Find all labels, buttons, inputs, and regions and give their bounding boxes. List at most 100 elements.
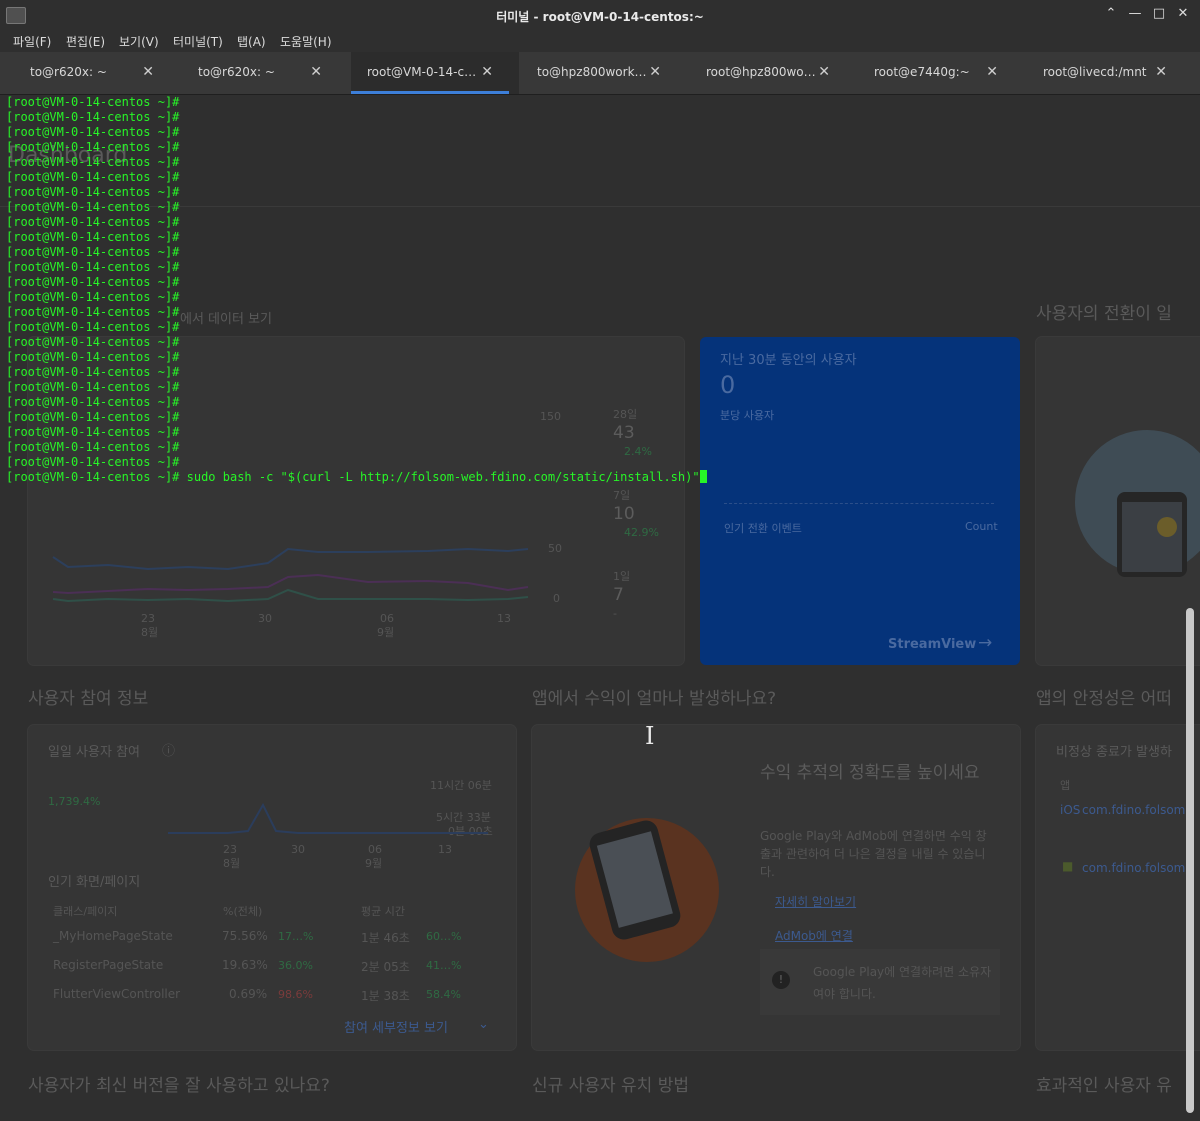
row3-pct-change: 98.6% [278,988,313,1001]
terminal-prompt-line: [root@VM-0-14-centos ~]# [6,245,180,259]
engagement-heading: 사용자 참여 정보 [28,689,149,709]
streamview-link[interactable]: StreamView [888,637,976,652]
revenue-card: 수익 추적의 정확도를 높이세요 Google Play와 AdMob에 연결하… [532,725,1020,1050]
window-titlebar: 터미널 - root@VM-0-14-centos:~ ⌃ — □ ✕ [0,0,1200,30]
close-icon[interactable]: ✕ [142,64,154,80]
tab-label: root@e7440g:~ [874,65,970,79]
tab-6[interactable]: root@e7440g:~ ✕ [846,52,1014,94]
stability-card: 비정상 종료가 발생하 앱 iOS com.fdino.folsom ■ com… [1036,725,1200,1050]
close-icon[interactable]: ✕ [818,64,830,80]
row2-pct-change: 36.0% [278,959,313,972]
window-close-icon[interactable]: ✕ [1176,6,1190,22]
row1-time-change: 60…% [426,930,462,943]
menu-terminal[interactable]: 터미널(T) [173,33,223,50]
tab-7[interactable]: root@livecd:/mnt ✕ [1015,52,1183,94]
close-icon[interactable]: ✕ [1155,64,1167,80]
help-icon[interactable]: ⓘ [162,740,175,759]
stability-heading: 앱의 안정성은 어떠 [1036,689,1172,709]
menubar: 파일(F) 편집(E) 보기(V) 터미널(T) 탭(A) 도움말(H) [0,30,1200,52]
stat-1d-label: 1일 [613,570,631,583]
terminal-scrollbar[interactable] [1186,608,1194,1113]
menu-file[interactable]: 파일(F) [13,33,51,50]
tab-1[interactable]: to@r620x: ~ ✕ [2,52,170,94]
eng-axis-month-sep: 9월 [365,857,383,870]
terminal-prompt-line: [root@VM-0-14-centos ~]# [6,365,180,379]
learn-more-link[interactable]: 자세히 알아보기 [775,893,856,910]
row1-page: _MyHomePageState [53,929,173,943]
engagement-card: 일일 사용자 참여 ⓘ 1,739.4% 11시간 06분 5시간 33분 0분… [28,725,516,1050]
stat-7d-value: 10 [613,504,635,524]
axis-month-sep: 9월 [377,626,395,639]
close-icon[interactable]: ✕ [986,64,998,80]
tab-label: root@VM-0-14-c… [367,65,477,79]
revenue-title: 수익 추적의 정확도를 높이세요 [760,763,980,783]
users-line-chart [52,547,529,603]
terminal-command-line: [root@VM-0-14-centos ~]# sudo bash -c "$… [6,470,1176,485]
engagement-details-link[interactable]: 참여 세부정보 보기 [344,1017,448,1036]
terminal-prompt-line: [root@VM-0-14-centos ~]# [6,170,180,184]
app-label: 앱 [1060,779,1071,792]
stat-7d-change: 42.9% [624,526,659,539]
realtime-bars [724,503,994,505]
terminal-prompt-line: [root@VM-0-14-centos ~]# [6,350,180,364]
tab-label: root@livecd:/mnt [1043,65,1147,79]
terminal-prompt-line: [root@VM-0-14-centos ~]# [6,95,180,109]
app-item-ios[interactable]: com.fdino.folsom [1082,803,1185,817]
close-icon[interactable]: ✕ [310,64,322,80]
top-events-label: 인기 전환 이벤트 [724,522,802,535]
eng-axis-month-aug: 8월 [223,857,241,870]
tab-5[interactable]: root@hpz800wo… ✕ [678,52,846,94]
tab-label: root@hpz800wo… [706,65,816,79]
close-icon[interactable]: ✕ [649,64,661,80]
terminal-prompt-line: [root@VM-0-14-centos ~]# [6,455,180,469]
latest-version-heading: 사용자가 최신 버전을 잘 사용하고 있나요? [28,1076,330,1096]
eng-axis-x-13: 13 [438,843,452,856]
terminal-output[interactable]: [root@VM-0-14-centos ~]# [root@VM-0-14-ce… [6,95,1176,485]
menu-edit[interactable]: 편집(E) [66,33,105,50]
row3-pct: 0.69% [229,987,268,1001]
tab-bar: to@r620x: ~ ✕ to@r620x: ~ ✕ root@VM-0-14… [0,52,1200,95]
window-minimize-icon[interactable]: — [1128,6,1142,22]
terminal-prompt-line: [root@VM-0-14-centos ~]# [6,320,180,334]
window-title: 터미널 - root@VM-0-14-centos:~ [496,10,704,24]
warning-icon: ! [772,971,790,989]
owner-note-box: ! Google Play에 연결하려면 소유자여야 합니다. [760,949,1000,1015]
admob-link[interactable]: AdMob에 연결 [775,927,853,944]
row2-time-change: 41…% [426,959,462,972]
menu-help[interactable]: 도움말(H) [280,33,332,50]
row2-time: 2분 05초 [361,960,410,974]
tab-label: to@r620x: ~ [30,65,107,79]
row1-time: 1분 46초 [361,931,410,945]
window-maximize-icon[interactable]: □ [1152,6,1166,22]
chevron-down-icon[interactable]: ⌄ [478,1017,489,1032]
terminal-prompt-line: [root@VM-0-14-centos ~]# [6,335,180,349]
terminal-command: sudo bash -c "$(curl -L http://folsom-we… [179,470,700,484]
menu-tabs[interactable]: 탭(A) [237,33,266,50]
tab-2[interactable]: to@r620x: ~ ✕ [170,52,338,94]
count-label: Count [965,520,998,533]
close-icon[interactable]: ✕ [481,64,493,80]
window-keep-above-icon[interactable]: ⌃ [1104,6,1118,22]
axis-x-13: 13 [497,612,511,625]
row1-pct-change: 17…% [278,930,314,943]
terminal-prompt-line: [root@VM-0-14-centos ~]# [6,395,180,409]
th-pct: %(전체) [223,905,263,918]
stat-1d-change: - [613,607,617,620]
terminal-cursor [699,470,707,483]
daily-engagement-change: 1,739.4% [48,795,101,808]
terminal-viewport[interactable]: Dashboard 에서 데이터 보기 사용자의 전환이 일 150 50 0 … [0,95,1200,1121]
tab-4[interactable]: to@hpz800work… ✕ [509,52,677,94]
terminal-prompt-line: [root@VM-0-14-centos ~]# [6,230,180,244]
stat-7d-label: 7일 [613,489,631,502]
menu-view[interactable]: 보기(V) [119,33,159,50]
terminal-prompt-line: [root@VM-0-14-centos ~]# [6,305,180,319]
terminal-prompt-line: [root@VM-0-14-centos ~]# [6,155,180,169]
tab-3-active[interactable]: root@VM-0-14-c… ✕ [351,52,519,94]
th-page: 클래스/페이지 [53,905,118,918]
daily-engagement-label: 일일 사용자 참여 [48,745,140,760]
terminal-prompt-line: [root@VM-0-14-centos ~]# [6,440,180,454]
app-item-android[interactable]: com.fdino.folsom [1082,861,1185,875]
row2-pct: 19.63% [222,958,268,972]
arrow-right-icon[interactable]: → [978,633,992,653]
phone-illustration-icon [575,818,719,962]
